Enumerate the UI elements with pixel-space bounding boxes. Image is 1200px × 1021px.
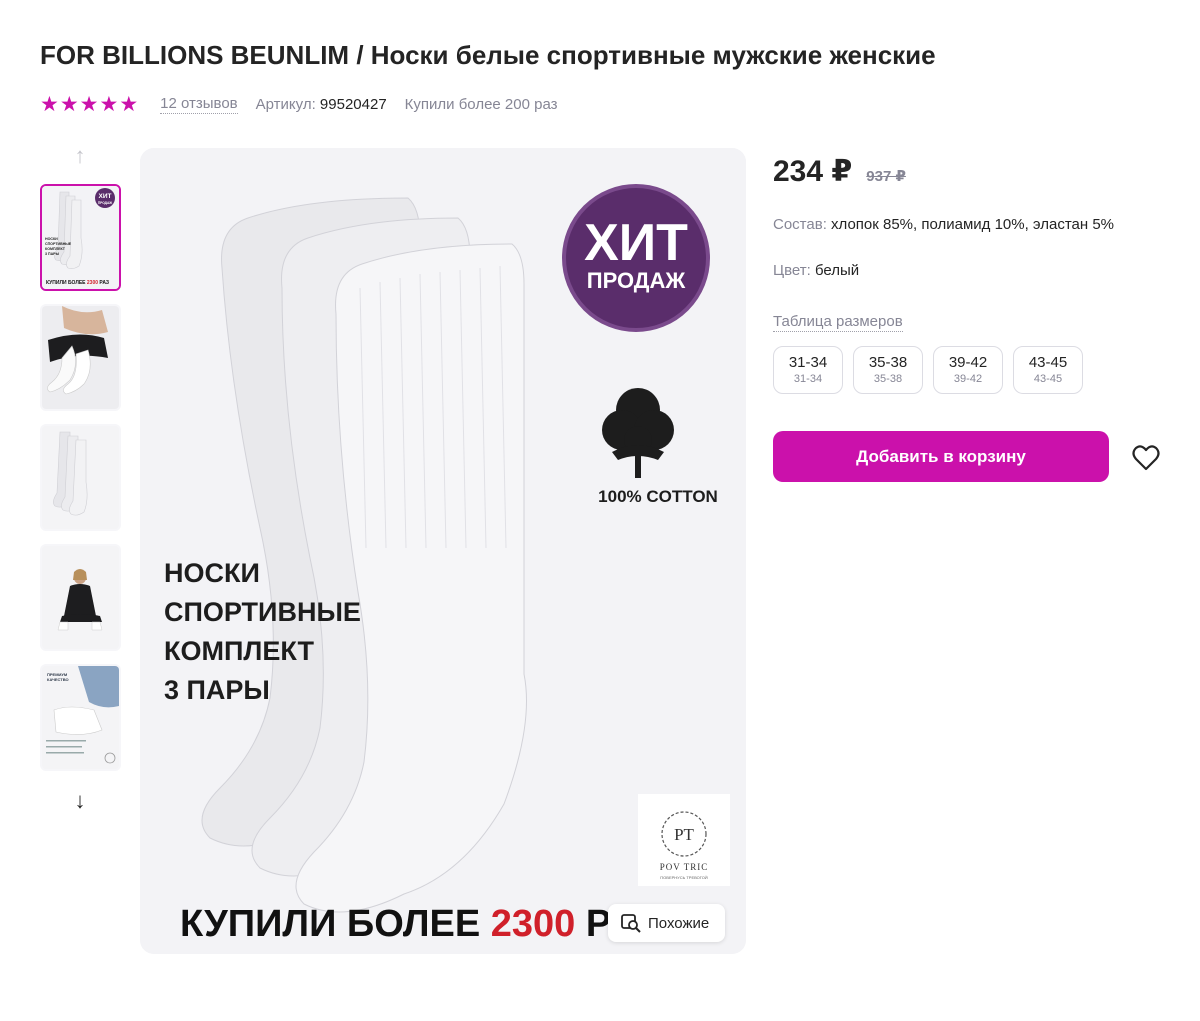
star-icon: ★ — [99, 92, 119, 116]
article-number: Артикул: 99520427 — [256, 96, 387, 113]
thumb1-bottom-suffix: РАЗ — [99, 280, 109, 286]
img-bottom-number: 2300 — [491, 903, 576, 945]
brand-logo: PT POV TRIC ПОВЕРНУСЬ ТРЕВОГОЙ — [638, 794, 730, 886]
add-to-cart-button[interactable]: Добавить в корзину — [773, 431, 1109, 482]
size-label: 43-45 — [1028, 354, 1068, 371]
size-selector: 31-34 31-34 35-38 35-38 39-42 39-42 43-4… — [773, 346, 1083, 394]
thumbnail-4-image — [42, 546, 119, 649]
similar-search-icon — [621, 914, 641, 933]
color-label: Цвет: — [773, 262, 811, 279]
price-block: 234 ₽ 937 ₽ — [773, 154, 906, 189]
thumbnail-1-image: ХИТ ПРОДАЖ НОСКИ СПОРТИВНЫЕ КОМПЛЕКТ 3 П… — [42, 186, 119, 289]
favorite-heart-icon[interactable] — [1130, 443, 1162, 473]
thumbnail-4[interactable] — [40, 544, 121, 651]
logo-subtitle: ПОВЕРНУСЬ ТРЕВОГОЙ — [660, 875, 708, 880]
old-price: 937 ₽ — [866, 168, 906, 185]
size-sublabel: 31-34 — [793, 373, 823, 385]
thumbnail-3[interactable] — [40, 424, 121, 531]
img-text-line3: КОМПЛЕКТ — [164, 636, 314, 666]
img-bottom-text-main: КУПИЛИ БОЛЕЕ — [180, 903, 480, 945]
color: Цвет: белый — [773, 262, 859, 279]
size-option[interactable]: 31-34 31-34 — [773, 346, 843, 394]
thumb1-bottom-number: 2300 — [87, 280, 98, 286]
size-label: 39-42 — [948, 354, 988, 371]
thumbnail-5-image: ПРЕМИУМ КАЧЕСТВО — [42, 666, 119, 769]
star-icon: ★ — [119, 92, 139, 116]
thumb1-line4: 3 ПАРЫ — [45, 252, 60, 256]
badge-line1: ХИТ — [584, 214, 688, 272]
size-sublabel: 39-42 — [953, 373, 983, 385]
cotton-label: 100% COTTON — [598, 487, 718, 506]
thumb1-line1: НОСКИ — [45, 237, 58, 241]
product-title: FOR BILLIONS BEUNLIM / Носки белые спорт… — [40, 40, 936, 70]
main-image-svg: ХИТ ПРОДАЖ 100% COTTON НОСКИ СПОРТИВНЫЕ … — [140, 148, 746, 954]
size-option[interactable]: 43-45 43-45 — [1013, 346, 1083, 394]
size-option[interactable]: 35-38 35-38 — [853, 346, 923, 394]
thumbnail-1[interactable]: ХИТ ПРОДАЖ НОСКИ СПОРТИВНЫЕ КОМПЛЕКТ 3 П… — [40, 184, 121, 291]
product-meta: ★ ★ ★ ★ ★ 12 отзывов Артикул: 99520427 К… — [40, 92, 558, 116]
thumb1-bottom-text: КУПИЛИ БОЛЕЕ — [46, 280, 86, 286]
thumb5-line2: КАЧЕСТВО — [47, 677, 69, 682]
thumb1-line3: КОМПЛЕКТ — [45, 247, 66, 251]
heart-icon — [1132, 445, 1160, 471]
thumbnail-2-image — [42, 306, 119, 409]
thumb1-badge1: ХИТ — [99, 193, 112, 200]
thumbs-up-arrow-icon[interactable]: ↑ — [66, 143, 94, 168]
composition-value: хлопок 85%, полиамид 10%, эластан 5% — [831, 216, 1115, 233]
thumbnail-3-image — [42, 426, 119, 529]
img-text-line1: НОСКИ — [164, 558, 260, 588]
size-option[interactable]: 39-42 39-42 — [933, 346, 1003, 394]
star-icon: ★ — [59, 92, 79, 116]
composition-label: Состав: — [773, 216, 827, 233]
similar-label: Похожие — [648, 914, 710, 932]
img-text-line2: СПОРТИВНЫЕ — [164, 597, 361, 627]
logo-initials: PT — [674, 825, 694, 844]
thumb1-bottom: КУПИЛИ БОЛЕЕ 2300 РАЗ — [46, 280, 109, 286]
thumb1-badge2: ПРОДАЖ — [98, 201, 112, 205]
star-icon: ★ — [40, 92, 59, 116]
size-label: 35-38 — [868, 354, 908, 371]
badge-line2: ПРОДАЖ — [587, 268, 686, 293]
size-sublabel: 43-45 — [1033, 373, 1063, 385]
article-value: 99520427 — [319, 95, 387, 113]
thumb1-line2: СПОРТИВНЫЕ — [45, 242, 72, 246]
size-sublabel: 35-38 — [873, 373, 903, 385]
reviews-link[interactable]: 12 отзывов — [160, 95, 238, 114]
img-bottom-text: КУПИЛИ БОЛЕЕ 2300 РАЗ — [180, 903, 659, 945]
thumbs-down-arrow-icon[interactable]: ↓ — [66, 788, 94, 813]
composition: Состав: хлопок 85%, полиамид 10%, эласта… — [773, 216, 1114, 233]
thumbnail-2[interactable] — [40, 304, 121, 411]
article-label: Артикул: — [255, 95, 316, 113]
logo-name: POV TRIC — [660, 862, 708, 872]
img-text-line4: 3 ПАРЫ — [164, 675, 270, 705]
bought-count: Купили более 200 раз — [404, 95, 558, 113]
rating-stars: ★ ★ ★ ★ ★ — [40, 94, 138, 115]
current-price: 234 ₽ — [773, 155, 853, 188]
thumbnail-5[interactable]: ПРЕМИУМ КАЧЕСТВО — [40, 664, 121, 771]
color-value: белый — [814, 262, 860, 279]
size-table-link[interactable]: Таблица размеров — [773, 313, 903, 332]
main-product-image[interactable]: ХИТ ПРОДАЖ 100% COTTON НОСКИ СПОРТИВНЫЕ … — [140, 148, 746, 954]
size-label: 31-34 — [788, 354, 828, 371]
similar-button[interactable]: Похожие — [608, 904, 726, 942]
star-icon: ★ — [79, 92, 99, 116]
